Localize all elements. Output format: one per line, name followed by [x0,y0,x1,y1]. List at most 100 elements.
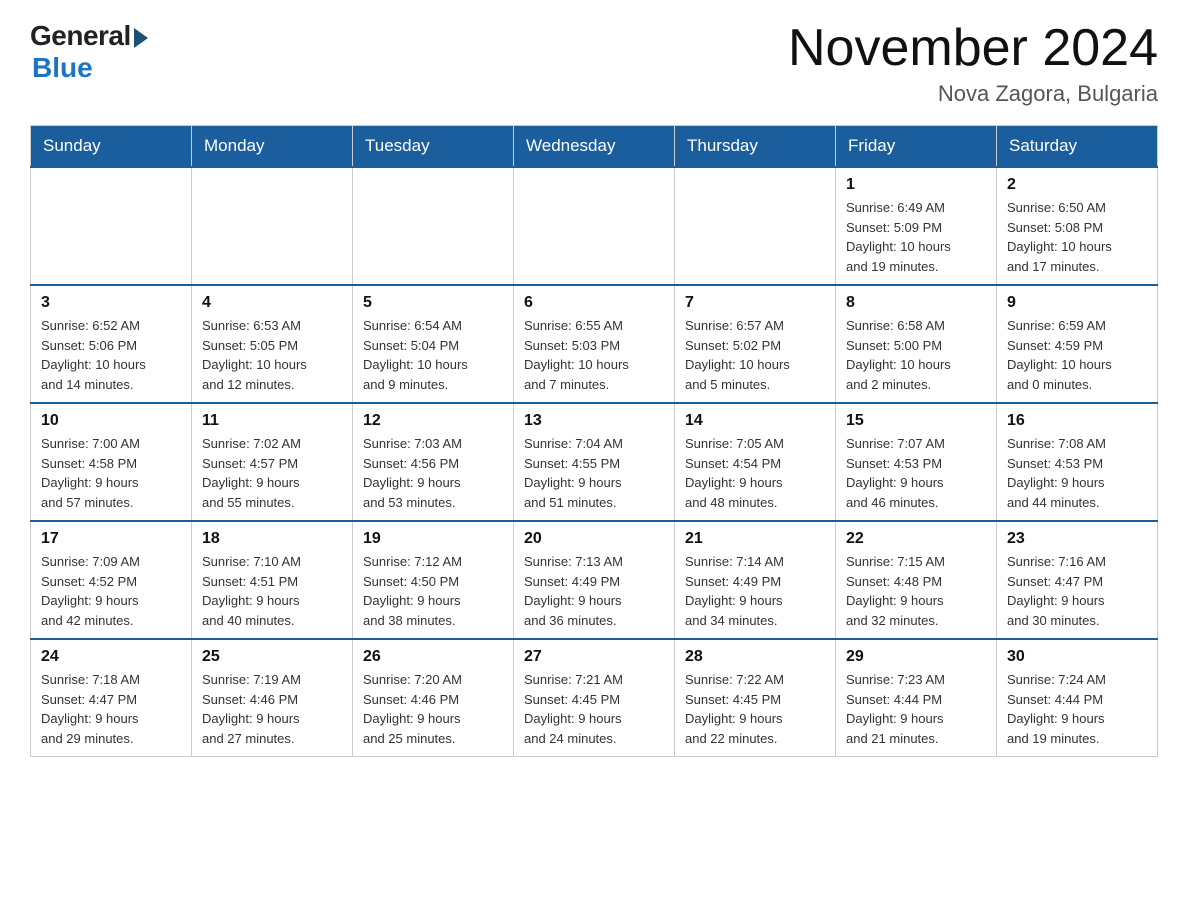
day-info: Sunrise: 7:19 AMSunset: 4:46 PMDaylight:… [202,670,342,748]
day-info: Sunrise: 7:13 AMSunset: 4:49 PMDaylight:… [524,552,664,630]
weekday-header-saturday: Saturday [997,126,1158,168]
day-number: 27 [524,648,664,666]
calendar-cell: 21Sunrise: 7:14 AMSunset: 4:49 PMDayligh… [675,521,836,639]
day-info: Sunrise: 7:16 AMSunset: 4:47 PMDaylight:… [1007,552,1147,630]
day-number: 5 [363,294,503,312]
day-number: 19 [363,530,503,548]
calendar-cell: 24 Sunrise: 7:18 AMSunset: 4:47 PMDayligh… [31,639,192,757]
calendar-cell: 1 Sunrise: 6:49 AMSunset: 5:09 PMDaylight… [836,167,997,285]
calendar-cell: 15Sunrise: 7:07 AMSunset: 4:53 PMDayligh… [836,403,997,521]
day-info: Sunrise: 7:18 AMSunset: 4:47 PMDaylight:… [41,670,181,748]
day-number: 11 [202,412,342,430]
day-number: 16 [1007,412,1147,430]
day-number: 4 [202,294,342,312]
day-number: 8 [846,294,986,312]
calendar-cell: 20 Sunrise: 7:13 AMSunset: 4:49 PMDayligh… [514,521,675,639]
day-info: Sunrise: 6:58 AMSunset: 5:00 PMDaylight:… [846,316,986,394]
day-info: Sunrise: 7:21 AMSunset: 4:45 PMDaylight:… [524,670,664,748]
calendar-table: SundayMondayTuesdayWednesdayThursdayFrid… [30,125,1158,757]
day-number: 9 [1007,294,1147,312]
weekday-header-friday: Friday [836,126,997,168]
day-info: Sunrise: 7:00 AMSunset: 4:58 PMDaylight:… [41,434,181,512]
logo-blue-text: Blue [32,52,93,84]
calendar-cell: 5 Sunrise: 6:54 AMSunset: 5:04 PMDaylight… [353,285,514,403]
calendar-cell: 11 Sunrise: 7:02 AMSunset: 4:57 PMDayligh… [192,403,353,521]
weekday-header-tuesday: Tuesday [353,126,514,168]
day-info: Sunrise: 6:55 AMSunset: 5:03 PMDaylight:… [524,316,664,394]
logo-arrow-icon [134,28,148,48]
day-info: Sunrise: 7:23 AMSunset: 4:44 PMDaylight:… [846,670,986,748]
day-info: Sunrise: 7:09 AMSunset: 4:52 PMDaylight:… [41,552,181,630]
day-info: Sunrise: 7:04 AMSunset: 4:55 PMDaylight:… [524,434,664,512]
calendar-body: 1 Sunrise: 6:49 AMSunset: 5:09 PMDaylight… [31,167,1158,757]
day-number: 18 [202,530,342,548]
day-info: Sunrise: 7:15 AMSunset: 4:48 PMDaylight:… [846,552,986,630]
calendar-week-row: 17Sunrise: 7:09 AMSunset: 4:52 PMDayligh… [31,521,1158,639]
calendar-cell: 6 Sunrise: 6:55 AMSunset: 5:03 PMDaylight… [514,285,675,403]
calendar-cell: 17Sunrise: 7:09 AMSunset: 4:52 PMDayligh… [31,521,192,639]
calendar-week-row: 3 Sunrise: 6:52 AMSunset: 5:06 PMDaylight… [31,285,1158,403]
day-number: 3 [41,294,181,312]
calendar-cell: 23Sunrise: 7:16 AMSunset: 4:47 PMDayligh… [997,521,1158,639]
day-number: 14 [685,412,825,430]
weekday-header-thursday: Thursday [675,126,836,168]
day-number: 25 [202,648,342,666]
calendar-week-row: 10 Sunrise: 7:00 AMSunset: 4:58 PMDayligh… [31,403,1158,521]
calendar-week-row: 24 Sunrise: 7:18 AMSunset: 4:47 PMDayligh… [31,639,1158,757]
day-number: 12 [363,412,503,430]
day-info: Sunrise: 7:10 AMSunset: 4:51 PMDaylight:… [202,552,342,630]
calendar-cell: 26Sunrise: 7:20 AMSunset: 4:46 PMDayligh… [353,639,514,757]
day-info: Sunrise: 6:50 AMSunset: 5:08 PMDaylight:… [1007,198,1147,276]
day-number: 26 [363,648,503,666]
calendar-cell: 19 Sunrise: 7:12 AMSunset: 4:50 PMDayligh… [353,521,514,639]
logo: General Blue [30,20,148,84]
calendar-cell: 30 Sunrise: 7:24 AMSunset: 4:44 PMDayligh… [997,639,1158,757]
day-number: 29 [846,648,986,666]
day-number: 7 [685,294,825,312]
day-number: 1 [846,176,986,194]
calendar-header: SundayMondayTuesdayWednesdayThursdayFrid… [31,126,1158,168]
day-info: Sunrise: 7:12 AMSunset: 4:50 PMDaylight:… [363,552,503,630]
day-info: Sunrise: 7:08 AMSunset: 4:53 PMDaylight:… [1007,434,1147,512]
day-number: 28 [685,648,825,666]
day-number: 13 [524,412,664,430]
day-number: 10 [41,412,181,430]
calendar-cell: 28 Sunrise: 7:22 AMSunset: 4:45 PMDayligh… [675,639,836,757]
calendar-cell: 27 Sunrise: 7:21 AMSunset: 4:45 PMDayligh… [514,639,675,757]
day-number: 6 [524,294,664,312]
day-info: Sunrise: 7:03 AMSunset: 4:56 PMDaylight:… [363,434,503,512]
day-number: 30 [1007,648,1147,666]
day-info: Sunrise: 7:05 AMSunset: 4:54 PMDaylight:… [685,434,825,512]
weekday-header-wednesday: Wednesday [514,126,675,168]
day-info: Sunrise: 6:59 AMSunset: 4:59 PMDaylight:… [1007,316,1147,394]
day-info: Sunrise: 7:24 AMSunset: 4:44 PMDaylight:… [1007,670,1147,748]
day-info: Sunrise: 6:57 AMSunset: 5:02 PMDaylight:… [685,316,825,394]
calendar-cell: 9 Sunrise: 6:59 AMSunset: 4:59 PMDaylight… [997,285,1158,403]
title-section: November 2024 Nova Zagora, Bulgaria [788,20,1158,107]
calendar-cell: 7 Sunrise: 6:57 AMSunset: 5:02 PMDaylight… [675,285,836,403]
calendar-cell [514,167,675,285]
day-info: Sunrise: 7:02 AMSunset: 4:57 PMDaylight:… [202,434,342,512]
calendar-cell: 25 Sunrise: 7:19 AMSunset: 4:46 PMDayligh… [192,639,353,757]
day-info: Sunrise: 6:52 AMSunset: 5:06 PMDaylight:… [41,316,181,394]
day-number: 21 [685,530,825,548]
calendar-cell: 3 Sunrise: 6:52 AMSunset: 5:06 PMDaylight… [31,285,192,403]
day-info: Sunrise: 6:54 AMSunset: 5:04 PMDaylight:… [363,316,503,394]
calendar-cell: 4Sunrise: 6:53 AMSunset: 5:05 PMDaylight… [192,285,353,403]
calendar-cell [31,167,192,285]
calendar-cell: 2 Sunrise: 6:50 AMSunset: 5:08 PMDaylight… [997,167,1158,285]
day-info: Sunrise: 7:22 AMSunset: 4:45 PMDaylight:… [685,670,825,748]
day-info: Sunrise: 7:07 AMSunset: 4:53 PMDaylight:… [846,434,986,512]
calendar-cell: 29 Sunrise: 7:23 AMSunset: 4:44 PMDayligh… [836,639,997,757]
calendar-cell [192,167,353,285]
day-info: Sunrise: 6:49 AMSunset: 5:09 PMDaylight:… [846,198,986,276]
day-number: 2 [1007,176,1147,194]
weekday-header-monday: Monday [192,126,353,168]
day-number: 24 [41,648,181,666]
day-number: 20 [524,530,664,548]
location: Nova Zagora, Bulgaria [788,81,1158,107]
calendar-cell: 22 Sunrise: 7:15 AMSunset: 4:48 PMDayligh… [836,521,997,639]
day-number: 22 [846,530,986,548]
calendar-cell: 10 Sunrise: 7:00 AMSunset: 4:58 PMDayligh… [31,403,192,521]
calendar-week-row: 1 Sunrise: 6:49 AMSunset: 5:09 PMDaylight… [31,167,1158,285]
